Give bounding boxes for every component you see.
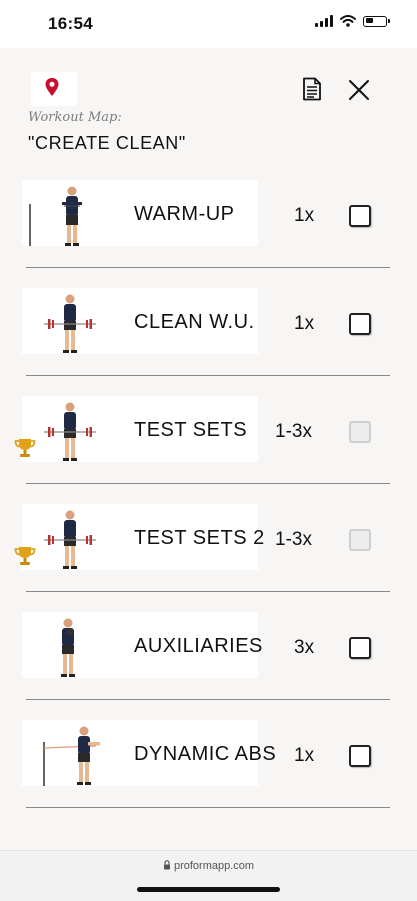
complete-checkbox[interactable]	[349, 205, 371, 227]
workout-name: WARM-UP	[134, 203, 235, 225]
battery-icon	[363, 15, 390, 27]
complete-checkbox[interactable]	[349, 313, 371, 335]
workout-reps: 1x	[294, 745, 315, 766]
wifi-icon	[340, 15, 356, 27]
home-indicator[interactable]	[137, 887, 280, 892]
workout-name: DYNAMIC ABS	[134, 743, 277, 765]
row-divider	[26, 807, 390, 808]
workout-name: TEST SETS 2	[134, 527, 265, 549]
workout-row-test-sets-2[interactable]: TEST SETS 2 1-3x	[0, 484, 417, 592]
status-bar: 16:54	[0, 0, 417, 48]
trophy-icon	[14, 439, 36, 457]
workout-row-clean-wu[interactable]: CLEAN W.U. 1x	[0, 268, 417, 376]
browser-url-bar[interactable]: proformapp.com	[0, 850, 417, 901]
athlete-pvc-stick-icon	[29, 186, 82, 246]
workout-reps: 1-3x	[275, 421, 312, 442]
trophy-icon	[14, 547, 36, 565]
url-text: proformapp.com	[173, 860, 255, 872]
athlete-barbell-icon	[44, 294, 96, 353]
complete-checkbox	[349, 529, 371, 551]
workout-reps: 1-3x	[275, 529, 312, 550]
workout-reps: 1x	[294, 205, 315, 226]
athlete-barbell-icon	[44, 402, 96, 461]
workout-row-auxiliaries[interactable]: AUXILIARIES 3x	[0, 592, 417, 700]
athlete-kettlebell-icon	[61, 618, 75, 677]
url-display[interactable]: proformapp.com	[0, 860, 417, 872]
workout-name: CLEAN W.U.	[134, 311, 255, 333]
document-icon[interactable]	[302, 77, 322, 101]
workout-reps: 3x	[294, 637, 315, 658]
complete-checkbox[interactable]	[349, 745, 371, 767]
athlete-barbell-icon	[44, 510, 96, 569]
page-title: "CREATE CLEAN"	[28, 133, 186, 153]
cellular-signal-icon	[315, 15, 333, 27]
status-time: 16:54	[48, 14, 93, 33]
athlete-band-icon	[43, 726, 100, 786]
workout-row-dynamic-abs[interactable]: DYNAMIC ABS 1x	[0, 700, 417, 808]
workout-reps: 1x	[294, 313, 315, 334]
workout-name: AUXILIARIES	[134, 635, 263, 657]
close-icon[interactable]	[348, 79, 370, 101]
lock-icon	[163, 860, 170, 870]
workout-name: TEST SETS	[134, 419, 248, 441]
map-pin-icon	[45, 78, 59, 96]
complete-checkbox[interactable]	[349, 637, 371, 659]
workout-row-warm-up[interactable]: WARM-UP 1x	[0, 160, 417, 268]
workout-row-test-sets[interactable]: TEST SETS 1-3x	[0, 376, 417, 484]
workout-map-label: Workout Map:	[28, 110, 122, 125]
status-icons	[315, 15, 390, 27]
location-pin-button[interactable]	[31, 72, 77, 106]
complete-checkbox	[349, 421, 371, 443]
